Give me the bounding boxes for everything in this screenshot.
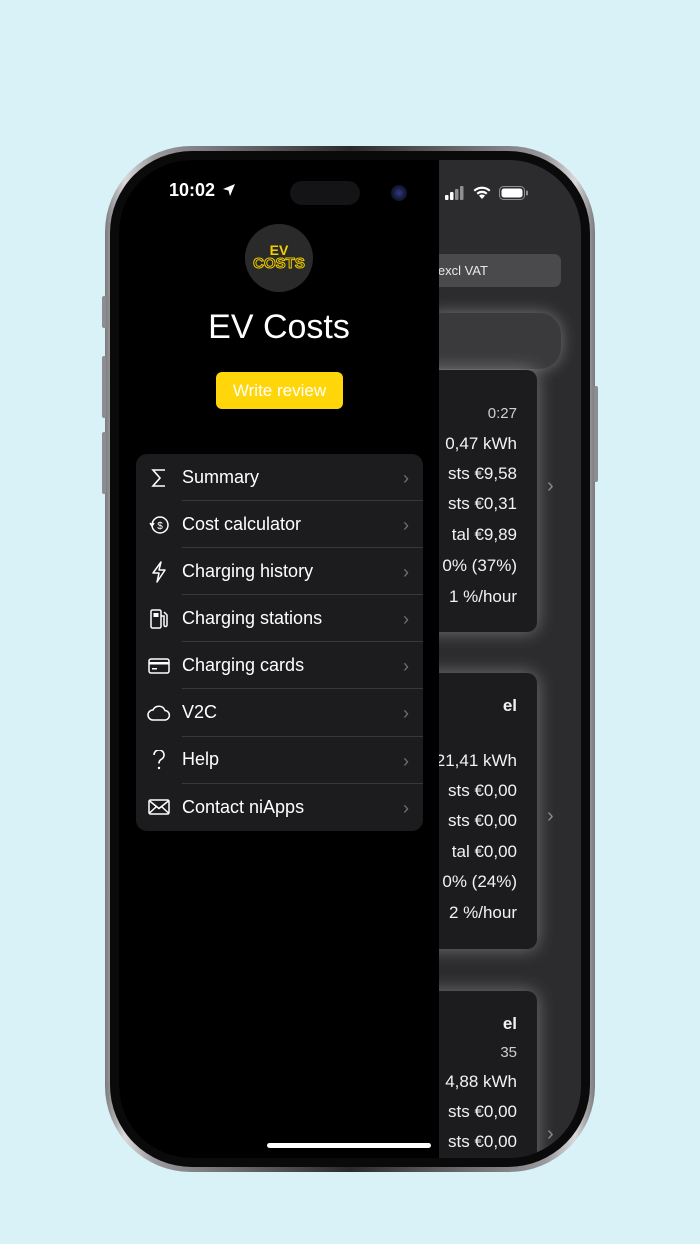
home-indicator[interactable] xyxy=(267,1143,431,1148)
cloud-icon xyxy=(136,705,182,721)
menu-item-label: Cost calculator xyxy=(182,501,423,549)
credit-card-icon xyxy=(136,658,182,674)
chevron-right-icon: › xyxy=(403,656,409,677)
card-time: 0:27 xyxy=(487,405,517,422)
card-costs: sts €0,00 xyxy=(448,811,517,830)
wifi-icon xyxy=(473,186,491,199)
menu-item-label: Charging history xyxy=(182,548,423,596)
card-costs: sts €0,00 xyxy=(448,1132,517,1151)
card-subtitle: 35 xyxy=(500,1044,517,1061)
card-rate: 2 %/hour xyxy=(448,903,517,922)
chevron-right-icon: › xyxy=(403,468,409,488)
chevron-right-icon: › xyxy=(403,703,409,724)
menu-item-charging-stations[interactable]: Charging stations › xyxy=(136,595,423,643)
lightning-icon xyxy=(136,560,182,583)
card-total: tal €0,00 xyxy=(451,842,517,861)
envelope-icon xyxy=(136,799,182,815)
chevron-right-icon[interactable]: › xyxy=(547,805,554,828)
screen: e excl VAT 0:27 0,47 kWh sts €9,58 sts €… xyxy=(119,160,581,1158)
menu-item-label: Contact niApps xyxy=(182,796,305,817)
cellular-signal-icon xyxy=(445,186,464,200)
chevron-right-icon: › xyxy=(403,609,409,630)
mute-switch xyxy=(102,296,106,328)
menu-item-charging-cards[interactable]: Charging cards › xyxy=(136,642,423,690)
status-icons xyxy=(445,184,529,202)
status-time: 10:02 xyxy=(169,180,236,201)
menu-item-label: Charging stations xyxy=(182,595,423,643)
side-drawer: 10:02 EV COSTS EV Costs Write review Sum… xyxy=(119,160,439,1158)
chevron-right-icon: › xyxy=(403,515,409,536)
card-energy: 21,41 kWh xyxy=(435,751,517,770)
search-bar[interactable] xyxy=(419,313,561,369)
card-energy: 4,88 kWh xyxy=(445,1072,517,1091)
card-rate: 1 %/hour xyxy=(448,587,517,606)
vat-toggle[interactable]: e excl VAT xyxy=(419,254,561,287)
menu-item-label: Charging cards xyxy=(182,642,423,690)
clock-label: 10:02 xyxy=(169,180,216,200)
menu-item-label: V2C xyxy=(182,689,423,737)
card-percentage: 0% (37%) xyxy=(442,556,517,575)
question-icon xyxy=(136,750,182,770)
app-title: EV Costs xyxy=(208,308,350,346)
sigma-icon xyxy=(136,468,182,488)
front-camera xyxy=(391,185,407,201)
menu-item-summary[interactable]: Summary › xyxy=(136,454,423,502)
menu-item-help[interactable]: Help › xyxy=(136,737,423,784)
card-title: el xyxy=(502,696,517,715)
drawer-menu: Summary › $ Cost calculator › Charging h… xyxy=(136,454,423,831)
menu-item-label: Summary xyxy=(182,454,423,502)
battery-icon xyxy=(499,186,528,200)
volume-down-button xyxy=(102,432,106,494)
card-costs: sts €0,31 xyxy=(448,494,517,513)
card-costs: sts €9,58 xyxy=(448,464,517,483)
logo-text: COSTS xyxy=(253,255,306,272)
card-title: el xyxy=(502,1014,517,1033)
location-arrow-icon xyxy=(223,184,236,196)
app-logo: EV COSTS xyxy=(245,224,313,292)
chevron-right-icon[interactable]: › xyxy=(547,475,554,498)
chevron-right-icon: › xyxy=(403,562,409,583)
write-review-button[interactable]: Write review xyxy=(216,372,343,409)
phone-frame: e excl VAT 0:27 0,47 kWh sts €9,58 sts €… xyxy=(102,146,598,1172)
chevron-right-icon: › xyxy=(403,750,409,771)
card-costs: sts €0,00 xyxy=(448,781,517,800)
menu-item-cost-calculator[interactable]: $ Cost calculator › xyxy=(136,501,423,549)
fuel-pump-icon xyxy=(136,608,182,630)
svg-text:$: $ xyxy=(157,521,163,532)
menu-item-label: Help xyxy=(182,737,423,784)
volume-up-button xyxy=(102,356,106,418)
menu-item-v2c[interactable]: V2C › xyxy=(136,689,423,737)
menu-item-charging-history[interactable]: Charging history › xyxy=(136,548,423,596)
menu-item-contact[interactable]: Contact niApps › xyxy=(136,784,423,831)
card-energy: 0,47 kWh xyxy=(445,434,517,453)
chevron-right-icon: › xyxy=(403,797,409,818)
dynamic-island xyxy=(290,181,360,205)
chevron-right-icon[interactable]: › xyxy=(547,1123,554,1146)
card-percentage: 0% (24%) xyxy=(442,872,517,891)
cost-calculator-icon: $ xyxy=(136,514,182,536)
card-total: tal €9,89 xyxy=(451,525,517,544)
card-costs: sts €0,00 xyxy=(448,1102,517,1121)
power-button xyxy=(594,386,598,482)
